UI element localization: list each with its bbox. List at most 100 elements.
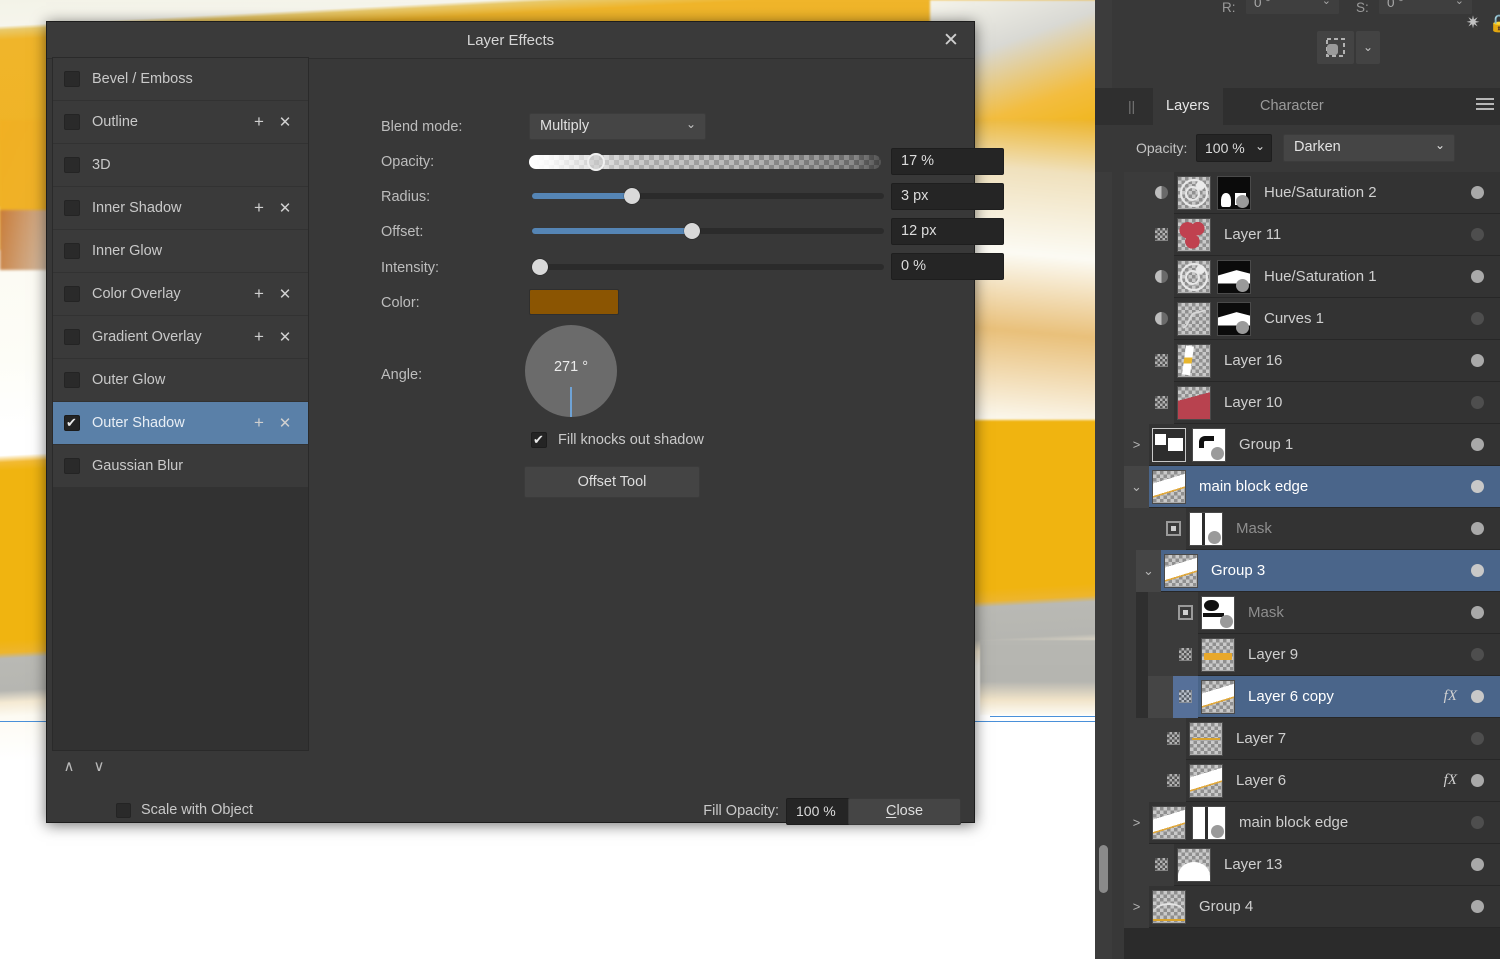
intensity-slider-knob[interactable] (532, 259, 548, 275)
layer-row[interactable]: Layer 13 (1124, 843, 1500, 886)
shear-input[interactable]: 0 ° ⌄ (1378, 0, 1473, 15)
hamburger-menu-icon[interactable] (1476, 98, 1494, 113)
layer-visibility-dot[interactable] (1471, 186, 1484, 199)
angle-needle[interactable] (570, 387, 572, 417)
layer-thumbnail[interactable] (1177, 847, 1211, 882)
layer-visibility-toggle[interactable] (1161, 717, 1186, 760)
layer-row[interactable]: Layer 10 (1124, 381, 1500, 424)
effect-checkbox[interactable] (64, 458, 80, 474)
layer-expand-toggle[interactable] (1124, 297, 1149, 340)
layer-visibility-toggle[interactable] (1149, 172, 1174, 214)
effect-checkbox[interactable] (64, 157, 80, 173)
layer-list[interactable]: Hue/Saturation 2 Layer 11 Hue/Saturation 1… (1124, 172, 1500, 959)
layer-row[interactable]: Curves 1 (1124, 297, 1500, 340)
layer-mask-thumbnail[interactable] (1192, 427, 1226, 462)
layer-row[interactable]: Hue/Saturation 1 (1124, 255, 1500, 298)
tab-layers[interactable]: Layers (1153, 88, 1223, 125)
scale-with-object-box[interactable] (116, 802, 131, 818)
layer-visibility-toggle[interactable] (1173, 633, 1198, 676)
layer-visibility-dot[interactable] (1471, 228, 1484, 241)
offset-tool-button[interactable]: Offset Tool (524, 466, 700, 498)
layer-thumbnail[interactable] (1152, 427, 1186, 462)
radius-slider-knob[interactable] (624, 188, 640, 204)
layer-visibility-dot[interactable] (1471, 312, 1484, 325)
layer-thumbnail[interactable] (1164, 553, 1198, 588)
remove-effect-icon[interactable]: ✕ (272, 414, 298, 432)
layer-visibility-dot[interactable] (1471, 354, 1484, 367)
layer-thumbnail[interactable] (1152, 889, 1186, 924)
layer-effects-badge[interactable]: fX (1444, 688, 1457, 705)
layer-thumbnail[interactable] (1177, 343, 1211, 378)
remove-effect-icon[interactable]: ✕ (272, 328, 298, 346)
layer-visibility-toggle[interactable] (1149, 843, 1174, 886)
layer-expand-toggle[interactable]: > (1124, 885, 1149, 928)
radius-value-input[interactable]: 3 px (891, 183, 1004, 210)
layer-row[interactable]: Layer 11 (1124, 213, 1500, 256)
layer-row[interactable]: Layer 9 (1124, 633, 1500, 676)
layer-row[interactable]: > main block edge (1124, 801, 1500, 844)
vertical-scrollbar[interactable] (1099, 845, 1108, 893)
transform-anchor-dropdown[interactable]: ⌄ (1356, 31, 1380, 64)
offset-slider-knob[interactable] (684, 223, 700, 239)
add-effect-icon[interactable]: + (246, 413, 272, 433)
layer-mask-thumbnail[interactable] (1217, 175, 1251, 210)
layer-mask-thumbnail[interactable] (1192, 805, 1226, 840)
layer-opacity-select[interactable]: 100 % ⌄ (1196, 134, 1272, 162)
layer-visibility-dot[interactable] (1471, 648, 1484, 661)
effect-row-outline[interactable]: Outline + ✕ (53, 101, 308, 143)
add-effect-icon[interactable]: + (246, 327, 272, 347)
layer-visibility-toggle[interactable] (1161, 507, 1186, 550)
layer-visibility-dot[interactable] (1471, 858, 1484, 871)
layer-row[interactable]: ⌄ main block edge (1124, 465, 1500, 508)
layer-thumbnail[interactable] (1177, 175, 1211, 210)
effect-checkbox[interactable] (64, 200, 80, 216)
layer-expand-toggle[interactable]: > (1124, 801, 1149, 844)
effect-row-inner-shadow[interactable]: Inner Shadow + ✕ (53, 187, 308, 229)
layer-thumbnail[interactable] (1189, 511, 1223, 546)
layer-visibility-toggle[interactable] (1161, 759, 1186, 802)
fill-knocks-out-shadow-checkbox[interactable]: Fill knocks out shadow (531, 431, 704, 448)
effect-checkbox[interactable] (64, 114, 80, 130)
effect-checkbox[interactable] (64, 329, 80, 345)
effect-row-outer-shadow[interactable]: Outer Shadow +✕ (53, 402, 308, 444)
layer-expand-toggle[interactable] (1124, 381, 1149, 424)
layer-row[interactable]: Layer 7 (1124, 717, 1500, 760)
transform-anchor-icon[interactable] (1317, 31, 1354, 64)
opacity-slider-track[interactable] (529, 155, 881, 169)
fill-knocks-out-shadow-box[interactable] (531, 431, 547, 448)
intensity-slider-track[interactable] (532, 259, 884, 275)
offset-slider-track[interactable] (532, 223, 884, 239)
move-down-icon[interactable]: ∨ (88, 756, 110, 778)
add-effect-icon[interactable]: + (246, 284, 272, 304)
opacity-slider-knob[interactable] (587, 153, 605, 171)
layer-visibility-toggle[interactable] (1149, 339, 1174, 382)
effect-checkbox[interactable] (64, 414, 80, 431)
layer-visibility-dot[interactable] (1471, 522, 1484, 535)
angle-dial[interactable]: 271 ° (525, 325, 617, 417)
layer-row[interactable]: Layer 6 fX (1124, 759, 1500, 802)
add-effect-icon[interactable]: + (246, 198, 272, 218)
layer-expand-toggle[interactable] (1124, 339, 1149, 382)
layer-thumbnail[interactable] (1189, 763, 1223, 798)
layer-row[interactable]: Layer 6 copy fX (1124, 675, 1500, 718)
layer-visibility-toggle[interactable] (1173, 591, 1198, 634)
layer-expand-toggle[interactable] (1148, 675, 1173, 718)
layer-thumbnail[interactable] (1201, 637, 1235, 672)
remove-effect-icon[interactable]: ✕ (272, 199, 298, 217)
effect-checkbox[interactable] (64, 243, 80, 259)
radius-slider-track[interactable] (532, 188, 884, 204)
layer-row[interactable]: Hue/Saturation 2 (1124, 172, 1500, 214)
tab-character[interactable]: Character (1247, 88, 1337, 125)
effect-checkbox[interactable] (64, 71, 80, 87)
layer-visibility-toggle[interactable] (1149, 213, 1174, 256)
move-up-icon[interactable]: ∧ (58, 756, 80, 778)
close-button[interactable]: Close (848, 798, 961, 825)
layer-visibility-dot[interactable] (1471, 816, 1484, 829)
layer-visibility-toggle[interactable] (1173, 675, 1198, 718)
layer-expand-toggle[interactable] (1124, 255, 1149, 298)
effect-row-color-overlay[interactable]: Color Overlay + ✕ (53, 273, 308, 315)
layer-expand-toggle[interactable] (1136, 717, 1161, 760)
dialog-titlebar[interactable]: Layer Effects ✕ (47, 22, 974, 59)
layer-row[interactable]: Mask (1124, 591, 1500, 634)
effect-row-gradient-overlay[interactable]: Gradient Overlay + ✕ (53, 316, 308, 358)
